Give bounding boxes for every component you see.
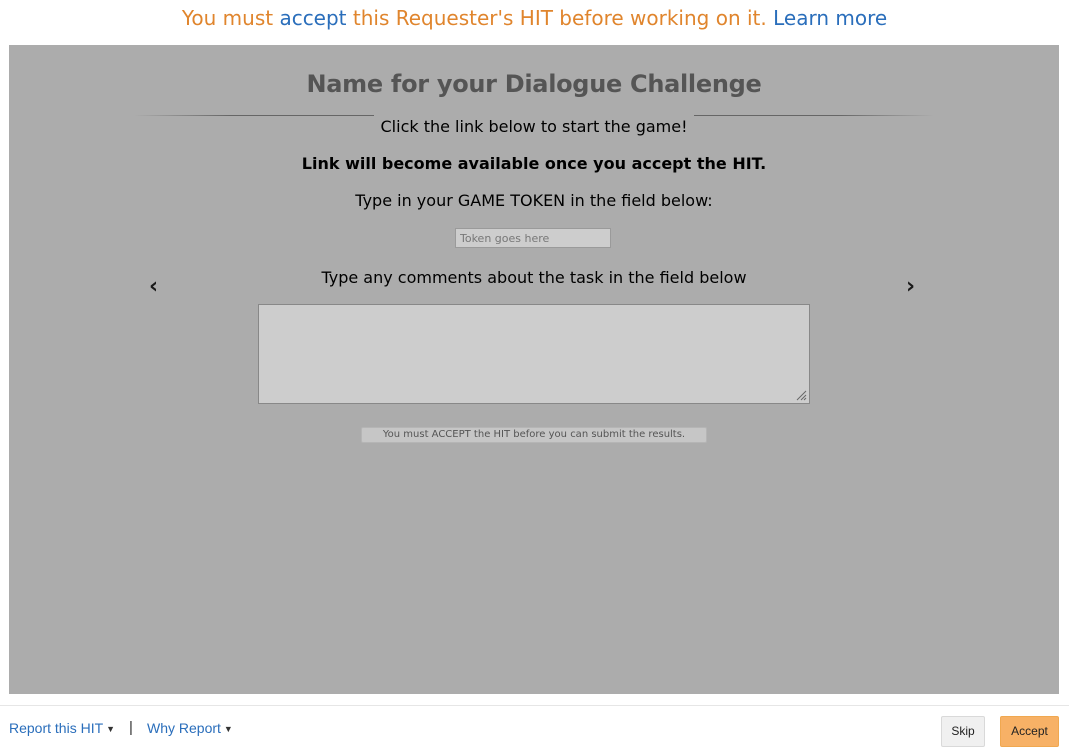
game-token-input[interactable]: [455, 228, 611, 248]
instruction-comments: Type any comments about the task in the …: [321, 268, 747, 287]
skip-button[interactable]: Skip: [941, 716, 985, 747]
instruction-game-token: Type in your GAME TOKEN in the field bel…: [355, 191, 713, 210]
instruction-start-game: Click the link below to start the game!: [380, 117, 688, 136]
page-title: Name for your Dialogue Challenge: [306, 70, 762, 98]
footer-separator: |: [129, 719, 133, 736]
why-report-dropdown[interactable]: Why Report ▼: [147, 720, 233, 736]
footer-bar: Report this HIT ▼ | Why Report ▼ Skip Acce…: [0, 705, 1069, 755]
chevron-right-icon[interactable]: ›: [906, 274, 915, 299]
submit-results-button[interactable]: You must ACCEPT the HIT before you can s…: [361, 427, 707, 443]
caret-down-icon: ▼: [223, 724, 233, 734]
banner-middle: this Requester's HIT before working on i…: [346, 6, 774, 30]
accept-button[interactable]: Accept: [1000, 716, 1059, 747]
learn-more-link[interactable]: Learn more: [773, 6, 887, 30]
hit-preview-frame: Name for your Dialogue Challenge Click t…: [9, 45, 1059, 694]
why-report-label: Why Report: [147, 720, 221, 736]
accept-hit-banner: You must accept this Requester's HIT bef…: [0, 0, 1069, 44]
banner-prefix: You must: [181, 6, 280, 30]
resize-grip-icon[interactable]: [795, 389, 807, 401]
accept-link[interactable]: accept: [279, 6, 346, 30]
caret-down-icon: ▼: [106, 724, 116, 734]
report-hit-label: Report this HIT: [9, 720, 104, 736]
instruction-link-availability: Link will become available once you acce…: [301, 154, 767, 173]
title-divider-right: [694, 115, 934, 116]
title-divider-left: [134, 115, 374, 116]
report-hit-dropdown[interactable]: Report this HIT ▼: [9, 720, 115, 736]
comments-textarea[interactable]: [258, 304, 810, 404]
